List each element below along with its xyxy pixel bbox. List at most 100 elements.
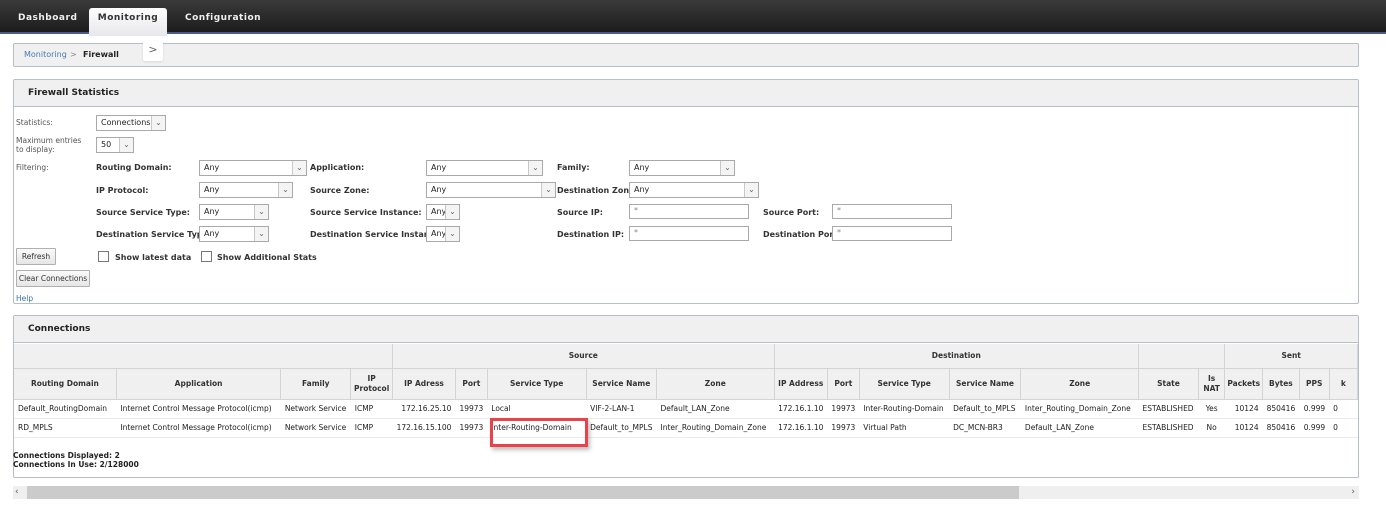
source-service-instance-select[interactable]: Any ⌄	[426, 204, 460, 220]
column-header[interactable]: Zone	[656, 368, 775, 400]
scrollbar-thumb[interactable]	[27, 486, 1019, 499]
column-header[interactable]: Is NAT	[1198, 368, 1226, 400]
destination-service-instance-value: Any	[431, 229, 447, 238]
source-zone-label: Source Zone:	[310, 186, 370, 195]
application-select[interactable]: Any ⌄	[426, 160, 543, 176]
table-cell: Virtual Path	[859, 418, 950, 438]
table-cell: 19973	[455, 418, 488, 438]
column-header[interactable]: Service Name	[949, 368, 1022, 400]
table-cell: Inter-Routing-Domain	[487, 418, 587, 438]
scroll-right-icon[interactable]: ›	[1351, 486, 1355, 499]
ip-protocol-value: Any	[204, 185, 220, 194]
table-cell: ESTABLISHED	[1138, 418, 1199, 438]
horizontal-scrollbar[interactable]: ‹ ›	[13, 486, 1359, 499]
ip-protocol-select[interactable]: Any ⌄	[199, 182, 293, 198]
tab-dashboard[interactable]: Dashboard	[18, 8, 77, 34]
table-row[interactable]: RD_MPLS Internet Control Message Protocol…	[14, 418, 1358, 438]
table-cell: 850416	[1262, 418, 1300, 438]
column-header[interactable]: Packets	[1224, 368, 1264, 400]
table-cell: Inter_Routing_Domain_Zone	[656, 418, 775, 438]
table-cell: Network Service	[280, 399, 351, 419]
breadcrumb-monitoring-link[interactable]: Monitoring	[24, 50, 67, 59]
source-ip-input[interactable]: *	[629, 204, 749, 219]
column-header[interactable]: PPS	[1299, 368, 1330, 400]
source-service-type-select[interactable]: Any ⌄	[199, 204, 269, 220]
group-header-source: Source	[392, 344, 775, 369]
table-cell: 19973	[455, 399, 488, 419]
destination-zone-label: Destination Zone:	[557, 186, 638, 195]
top-nav-bar: Dashboard Monitoring Configuration	[0, 0, 1386, 36]
breadcrumb: Monitoring > Firewall	[13, 43, 1359, 67]
destination-service-instance-select[interactable]: Any ⌄	[426, 226, 460, 242]
table-cell: VIF-2-LAN-1	[586, 399, 657, 419]
column-header[interactable]: Service Type	[859, 368, 950, 400]
clear-connections-button[interactable]: Clear Connections	[16, 270, 90, 287]
source-ip-label: Source IP:	[557, 208, 603, 217]
routing-domain-select[interactable]: Any ⌄	[199, 160, 307, 176]
table-cell: 172.16.1.10	[774, 399, 828, 419]
table-cell: Internet Control Message Protocol(icmp)	[116, 399, 281, 419]
column-header[interactable]: IP Address	[774, 368, 828, 400]
chevron-down-icon: ⌄	[445, 205, 459, 219]
breadcrumb-separator-icon: >	[70, 50, 77, 59]
refresh-button[interactable]: Refresh	[16, 248, 56, 265]
routing-domain-label: Routing Domain:	[96, 163, 172, 172]
destination-zone-select[interactable]: Any ⌄	[629, 182, 759, 198]
table-cell: 10124	[1224, 418, 1263, 438]
table-cell: Internet Control Message Protocol(icmp)	[116, 418, 281, 438]
chevron-down-icon: ⌄	[744, 183, 758, 197]
help-link[interactable]: Help	[16, 294, 33, 303]
chevron-down-icon: ⌄	[254, 227, 268, 241]
source-zone-select[interactable]: Any ⌄	[426, 182, 556, 198]
max-entries-select[interactable]: 50 ⌄	[96, 137, 134, 153]
column-header[interactable]: Bytes	[1262, 368, 1300, 400]
chevron-down-icon: ⌄	[254, 205, 268, 219]
tab-configuration[interactable]: Configuration	[185, 8, 261, 34]
table-cell: Inter_Routing_Domain_Zone	[1020, 399, 1139, 419]
destination-ip-input[interactable]: *	[629, 226, 749, 241]
group-header-blank	[14, 344, 394, 369]
column-header[interactable]: Service Type	[487, 368, 587, 400]
connections-displayed: Connections Displayed: 2	[13, 451, 120, 460]
chevron-down-icon: ⌄	[119, 138, 133, 152]
column-header[interactable]: Application	[116, 368, 282, 400]
source-port-input[interactable]: *	[832, 204, 952, 219]
column-header[interactable]: State	[1138, 368, 1199, 400]
show-latest-checkbox[interactable]	[98, 251, 109, 262]
family-select[interactable]: Any ⌄	[629, 160, 735, 176]
column-header[interactable]: Zone	[1020, 368, 1139, 400]
statistics-value: Connections	[101, 118, 151, 127]
column-header[interactable]: k	[1329, 368, 1358, 400]
panel-title: Connections	[14, 316, 1358, 343]
destination-port-input[interactable]: *	[832, 226, 952, 241]
table-cell: 10124	[1224, 399, 1263, 419]
column-header[interactable]: Port	[827, 368, 860, 400]
table-cell: Default_LAN_Zone	[656, 399, 775, 419]
destination-service-instance-label: Destination Service Instance:	[310, 230, 443, 239]
table-cell: Default_LAN_Zone	[1020, 418, 1139, 438]
chevron-down-icon: ⌄	[278, 183, 292, 197]
chevron-right-icon[interactable]: >	[143, 41, 163, 61]
tab-monitoring[interactable]: Monitoring	[89, 8, 167, 36]
table-cell: No	[1198, 418, 1225, 438]
max-entries-value: 50	[101, 140, 112, 149]
column-header[interactable]: IP Protocol	[350, 368, 394, 400]
table-cell: 0	[1329, 399, 1358, 419]
source-service-type-label: Source Service Type:	[96, 208, 190, 217]
filtering-label: Filtering:	[16, 163, 49, 172]
column-header[interactable]: Service Name	[586, 368, 658, 400]
table-cell: ESTABLISHED	[1138, 399, 1199, 419]
column-header[interactable]: Routing Domain	[14, 368, 117, 400]
scroll-left-icon[interactable]: ‹	[15, 486, 19, 499]
table-cell: 0.999	[1299, 399, 1330, 419]
column-header[interactable]: Family	[280, 368, 352, 400]
column-header[interactable]: Port	[455, 368, 488, 400]
chevron-down-icon: ⌄	[292, 161, 306, 175]
table-cell: Local	[487, 399, 587, 419]
destination-service-type-select[interactable]: Any ⌄	[199, 226, 269, 242]
table-row[interactable]: Default_RoutingDomain Internet Control Me…	[14, 399, 1358, 419]
show-additional-stats-checkbox[interactable]	[201, 251, 212, 262]
show-latest-label: Show latest data	[115, 253, 192, 262]
column-header[interactable]: IP Adress	[392, 368, 456, 400]
statistics-select[interactable]: Connections ⌄	[96, 115, 166, 131]
